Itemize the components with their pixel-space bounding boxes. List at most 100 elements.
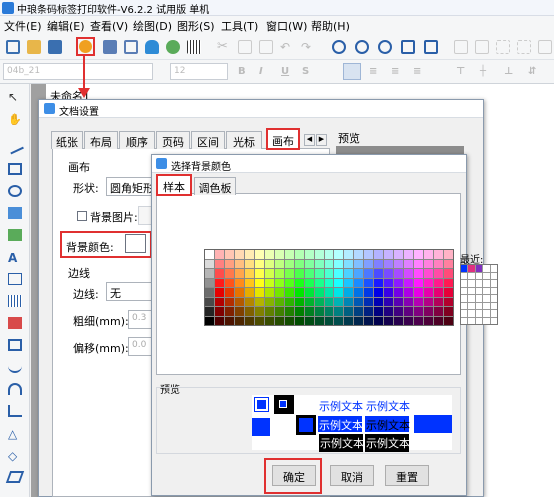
recent-color-swatch[interactable]	[483, 295, 490, 302]
color-swatch[interactable]	[404, 297, 414, 306]
color-swatch[interactable]	[244, 316, 254, 325]
color-swatch[interactable]	[364, 269, 374, 278]
color-swatch[interactable]	[374, 297, 384, 306]
color-swatch[interactable]	[214, 269, 224, 278]
color-swatch[interactable]	[254, 278, 264, 287]
menu-view[interactable]: 查看(V)	[90, 18, 128, 34]
color-swatch[interactable]	[334, 297, 344, 306]
color-swatch[interactable]	[324, 297, 334, 306]
color-swatch[interactable]	[304, 269, 314, 278]
color-swatch[interactable]	[294, 288, 304, 297]
recent-color-swatch[interactable]	[475, 317, 483, 324]
color-swatch[interactable]	[344, 278, 354, 287]
color-swatch[interactable]	[205, 250, 214, 259]
recent-color-swatch[interactable]	[483, 317, 490, 324]
color-swatch[interactable]	[284, 316, 294, 325]
color-swatch[interactable]	[424, 250, 434, 259]
color-swatch[interactable]	[274, 278, 284, 287]
menu-window[interactable]: 窗口(W)	[266, 18, 307, 34]
menu-edit[interactable]: 编辑(E)	[47, 18, 85, 34]
color-swatch[interactable]	[264, 259, 274, 268]
color-swatch[interactable]	[414, 259, 424, 268]
recent-color-swatch[interactable]	[461, 287, 468, 294]
color-swatch[interactable]	[444, 250, 453, 259]
recent-color-swatch[interactable]	[483, 310, 490, 317]
bg-color-swatch[interactable]	[125, 234, 146, 253]
color-swatch[interactable]	[244, 288, 254, 297]
color-swatch[interactable]	[414, 250, 424, 259]
color-swatch[interactable]	[424, 259, 434, 268]
color-swatch[interactable]	[394, 288, 404, 297]
color-swatch[interactable]	[344, 250, 354, 259]
color-swatch[interactable]	[384, 250, 394, 259]
color-swatch[interactable]	[284, 297, 294, 306]
reset-button[interactable]: 重置	[385, 465, 429, 486]
color-swatch[interactable]	[205, 259, 214, 268]
ellipse-tool-icon[interactable]	[8, 185, 22, 197]
color-swatch[interactable]	[264, 250, 274, 259]
color-swatch[interactable]	[344, 297, 354, 306]
recent-color-swatch[interactable]	[475, 265, 483, 272]
color-swatch[interactable]	[224, 250, 234, 259]
color-swatch[interactable]	[434, 278, 444, 287]
color-swatch[interactable]	[444, 278, 453, 287]
color-swatch[interactable]	[324, 269, 334, 278]
color-swatch[interactable]	[364, 316, 374, 325]
recent-color-swatch[interactable]	[475, 310, 483, 317]
color-swatch[interactable]	[384, 307, 394, 316]
new-icon[interactable]	[6, 40, 20, 54]
qrcode-tool-icon[interactable]	[8, 317, 22, 329]
recent-color-swatch[interactable]	[468, 287, 475, 294]
color-swatch[interactable]	[294, 278, 304, 287]
color-swatch[interactable]	[444, 297, 453, 306]
color-swatch[interactable]	[254, 250, 264, 259]
recent-color-swatch[interactable]	[461, 302, 468, 309]
color-swatch[interactable]	[354, 259, 364, 268]
color-swatch[interactable]	[434, 288, 444, 297]
edge-select[interactable]: 无	[106, 282, 152, 301]
zoom-actual-icon[interactable]	[378, 40, 392, 54]
recent-colors-grid[interactable]	[460, 264, 498, 325]
color-swatch[interactable]	[284, 259, 294, 268]
color-swatch[interactable]	[214, 259, 224, 268]
color-swatch[interactable]	[264, 316, 274, 325]
color-swatch[interactable]	[404, 250, 414, 259]
tab-sample[interactable]: 样本	[156, 174, 192, 196]
color-swatch[interactable]	[284, 250, 294, 259]
color-swatch[interactable]	[264, 307, 274, 316]
recent-color-swatch[interactable]	[490, 302, 497, 309]
color-swatch[interactable]	[234, 316, 244, 325]
color-swatch[interactable]	[314, 307, 324, 316]
tab-page-number[interactable]: 页码	[156, 131, 190, 149]
arc-tool-icon[interactable]	[8, 383, 22, 395]
recent-color-swatch[interactable]	[461, 317, 468, 324]
color-swatch[interactable]	[384, 278, 394, 287]
color-swatch[interactable]	[284, 307, 294, 316]
save-icon[interactable]	[48, 40, 62, 54]
color-swatch[interactable]	[304, 307, 314, 316]
color-swatch[interactable]	[205, 269, 214, 278]
rectangle-tool-icon[interactable]	[8, 163, 22, 175]
color-swatch[interactable]	[314, 250, 324, 259]
color-swatch[interactable]	[394, 259, 404, 268]
color-swatch[interactable]	[394, 250, 404, 259]
pan-tool-icon[interactable]: ✋	[8, 113, 22, 126]
recent-color-swatch[interactable]	[490, 317, 497, 324]
color-swatch[interactable]	[244, 269, 254, 278]
color-swatch[interactable]	[424, 297, 434, 306]
color-swatch[interactable]	[404, 316, 414, 325]
color-swatch[interactable]	[384, 259, 394, 268]
tab-canvas[interactable]: 画布	[266, 128, 300, 150]
recent-color-swatch[interactable]	[461, 265, 468, 272]
color-swatch[interactable]	[394, 297, 404, 306]
diamond-tool-icon[interactable]: ◇	[8, 449, 22, 463]
color-swatch[interactable]	[434, 316, 444, 325]
color-swatch[interactable]	[324, 250, 334, 259]
recent-color-swatch[interactable]	[490, 272, 497, 279]
color-swatch[interactable]	[394, 278, 404, 287]
database-icon[interactable]	[145, 40, 159, 54]
color-swatch[interactable]	[344, 307, 354, 316]
color-swatch[interactable]	[424, 307, 434, 316]
color-swatch[interactable]	[354, 278, 364, 287]
color-swatch[interactable]	[404, 288, 414, 297]
